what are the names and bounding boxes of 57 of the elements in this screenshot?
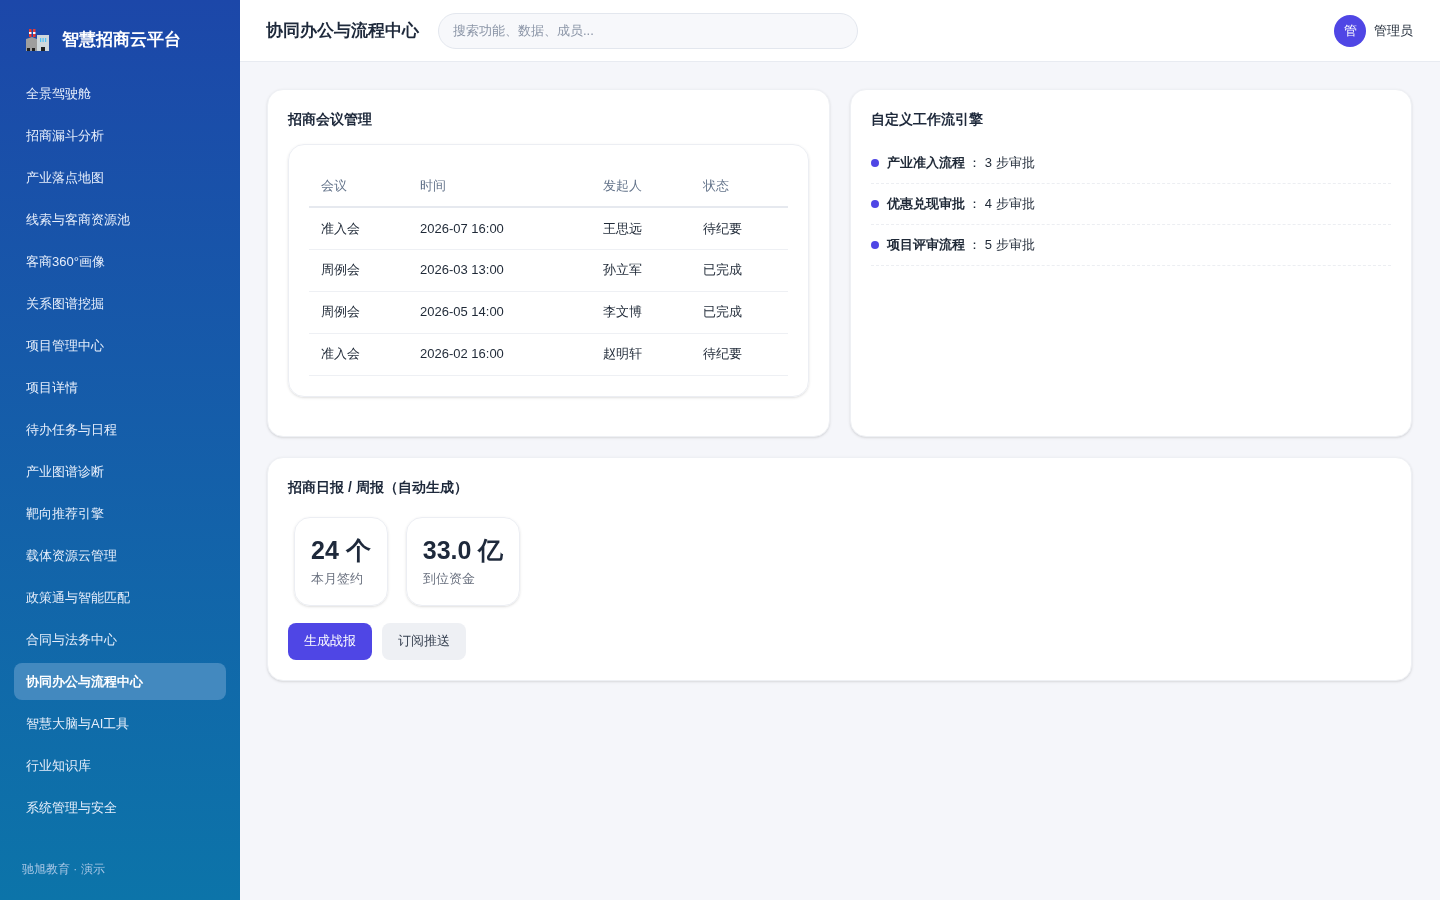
table-cell: 2026-05 14:00	[408, 291, 591, 333]
workflow-item: 优惠兑现审批 ： 4 步审批	[886, 195, 1035, 214]
sidebar-item[interactable]: 行业知识库	[14, 747, 226, 784]
card-title: 招商会议管理	[288, 110, 373, 128]
column-header: 会议	[309, 165, 408, 207]
table-cell: 已完成	[691, 291, 788, 333]
sidebar-item[interactable]: 合同与法务中心	[14, 621, 226, 658]
card-title: 自定义工作流引擎	[870, 110, 984, 128]
table-cell: 周例会	[309, 249, 408, 291]
sidebar-item[interactable]: 协同办公与流程中心	[14, 663, 226, 700]
card-title: 招商日报 / 周报（自动生成）	[288, 477, 469, 496]
workflow-item: 项目评审流程 ： 5 步审批	[886, 236, 1035, 255]
table-cell: 周例会	[309, 291, 408, 333]
sidebar-item[interactable]: 关系图谱挖掘	[14, 285, 226, 322]
user-avatar[interactable]: 管	[1334, 14, 1366, 47]
sidebar-item[interactable]: 政策通与智能匹配	[14, 579, 226, 616]
sidebar-item[interactable]: 项目详情	[14, 369, 226, 406]
sidebar-item[interactable]: 系统管理与安全	[14, 789, 226, 826]
user-name: 管理员	[1374, 21, 1413, 40]
table-cell: 准入会	[309, 333, 408, 375]
table-cell: 2026-07 16:00	[408, 207, 591, 249]
column-header: 时间	[408, 165, 591, 207]
sidebar-item[interactable]: 全景驾驶舱	[14, 75, 226, 112]
page-title: 协同办公与流程中心	[266, 19, 419, 42]
footer-text: 驰旭教育 · 演示	[22, 862, 105, 876]
table-cell: 2026-03 13:00	[408, 249, 591, 291]
sidebar-item[interactable]: 产业落点地图	[14, 159, 226, 196]
stat-label: 本月签约	[311, 569, 364, 588]
table-cell: 2026-02 16:00	[408, 333, 591, 375]
sidebar-item[interactable]: 靶向推荐引擎	[14, 495, 226, 532]
app-title: 智慧招商云平台	[62, 29, 181, 51]
sidebar-item[interactable]: 招商漏斗分析	[14, 117, 226, 154]
table-cell: 待纪要	[691, 207, 788, 249]
column-header: 发起人	[591, 165, 691, 207]
generate-button[interactable]: 生成战报	[288, 622, 372, 660]
stat-value: 24 个	[311, 534, 371, 565]
sidebar-item[interactable]: 智慧大脑与AI工具	[14, 705, 226, 742]
stat-label: 到位资金	[422, 569, 476, 588]
table-cell: 已完成	[691, 249, 788, 291]
factory-icon	[26, 29, 49, 51]
table-cell: 待纪要	[691, 333, 788, 375]
sidebar-item[interactable]: 待办任务与日程	[14, 411, 226, 448]
sidebar-item[interactable]: 产业图谱诊断	[14, 453, 226, 490]
sidebar-item[interactable]: 客商360°画像	[14, 243, 226, 280]
subscribe-button[interactable]: 订阅推送	[382, 622, 466, 660]
table-cell: 准入会	[309, 207, 408, 249]
sidebar-item[interactable]: 线索与客商资源池	[14, 201, 226, 238]
search-field[interactable]: 搜索功能、数据、成员...	[438, 12, 858, 49]
table-cell: 李文博	[591, 291, 691, 333]
column-header: 状态	[691, 165, 788, 207]
stat-value: 33.0 亿	[422, 534, 504, 565]
table-cell: 孙立军	[591, 249, 691, 291]
sidebar-item[interactable]: 项目管理中心	[14, 327, 226, 364]
sidebar-item[interactable]: 载体资源云管理	[14, 537, 226, 574]
workflow-item: 产业准入流程 ： 3 步审批	[886, 154, 1035, 173]
table-cell: 赵明轩	[591, 333, 691, 375]
table-cell: 王思远	[591, 207, 691, 249]
